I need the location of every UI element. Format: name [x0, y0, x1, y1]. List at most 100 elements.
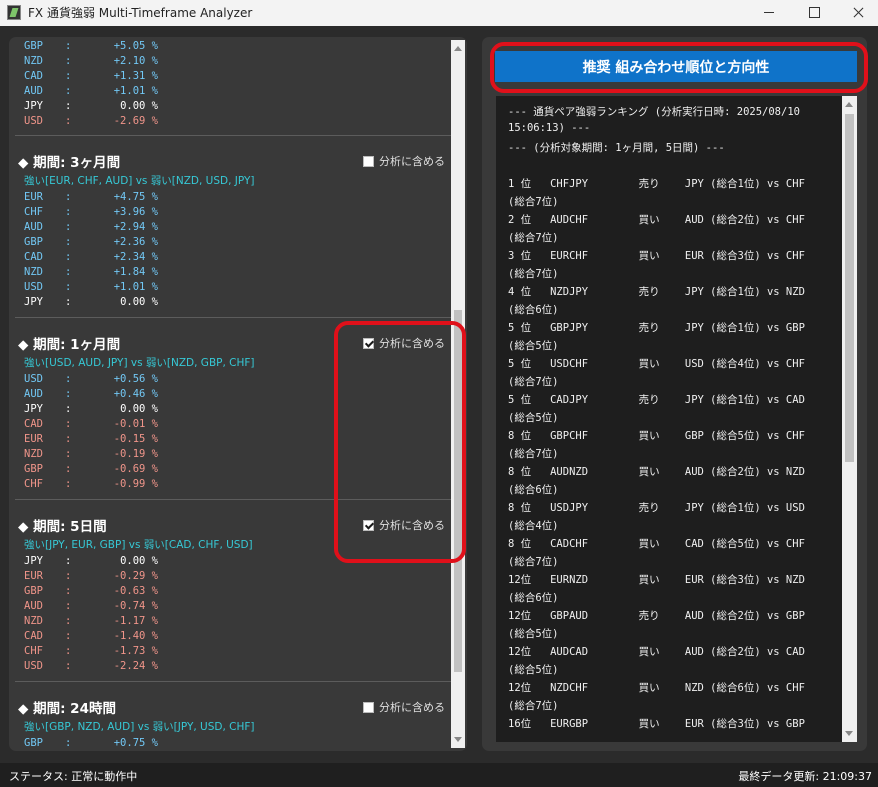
checkbox-highlight: [334, 321, 466, 563]
currency-code: GBP: [24, 236, 43, 248]
strength-value: 0.00 %: [120, 403, 158, 415]
separator: :: [65, 40, 72, 52]
currency-code: CHF: [24, 478, 43, 490]
scroll-up-icon[interactable]: [845, 102, 853, 107]
maximize-button[interactable]: [791, 0, 837, 26]
currency-code: JPY: [24, 100, 43, 112]
separator: :: [65, 660, 72, 672]
separator: :: [65, 463, 72, 475]
ranking-text-area[interactable]: 16位 EURGBP 買い EUR (総合3位) vs GBP (総合7位) 12位…: [496, 96, 857, 742]
section-divider: [15, 135, 451, 136]
currency-code: JPY: [24, 296, 43, 308]
strength-value: -0.29 %: [113, 570, 158, 582]
separator: :: [65, 418, 72, 430]
status-text: ステータス: 正常に動作中: [9, 770, 138, 783]
ranking-line: 12位 AUDCAD 買い AUD (総合2位) vs CAD: [508, 646, 805, 658]
currency-code: CAD: [24, 251, 43, 263]
ranking-line: (総合6位): [508, 304, 559, 316]
ranking-line: (総合7位): [508, 232, 559, 244]
strength-value: -0.01 %: [113, 418, 158, 430]
strength-value: +1.84 %: [113, 266, 158, 278]
currency-code: USD: [24, 660, 43, 672]
ranking-line: (総合5位): [508, 412, 559, 424]
currency-code: NZD: [24, 448, 43, 460]
strength-value: -0.99 %: [113, 478, 158, 490]
currency-code: JPY: [24, 403, 43, 415]
scroll-down-icon[interactable]: [845, 731, 853, 736]
separator: :: [65, 555, 72, 567]
separator: :: [65, 403, 72, 415]
include-checkbox[interactable]: 分析に含める: [363, 699, 445, 715]
currency-code: USD: [24, 373, 43, 385]
minimize-button[interactable]: [746, 0, 792, 26]
ranking-line: 2 位 AUDCHF 買い AUD (総合2位) vs CHF: [508, 214, 805, 226]
currency-code: NZD: [24, 266, 43, 278]
separator: :: [65, 281, 72, 293]
currency-code: USD: [24, 281, 43, 293]
checkbox-icon[interactable]: [363, 156, 374, 167]
strength-value: +5.05 %: [113, 40, 158, 52]
currency-code: EUR: [24, 570, 43, 582]
currency-code: GBP: [24, 40, 43, 52]
ranking-line: 15:06:13) ---: [508, 122, 591, 134]
ranking-line: 16位 EURGBP 買い EUR (総合3位) vs GBP: [508, 718, 805, 730]
separator: :: [65, 630, 72, 642]
recommendation-panel: 推奨 組み合わせ順位と方向性 16位 EURGBP 買い EUR (総合3位) …: [482, 37, 867, 751]
ranking-line: (総合7位): [508, 556, 559, 568]
ranking-line: (総合4位): [508, 520, 559, 532]
ranking-line: (総合6位): [508, 484, 559, 496]
checkbox-icon[interactable]: [363, 702, 374, 713]
ranking-line: 8 位 AUDNZD 買い AUD (総合2位) vs NZD: [508, 466, 805, 478]
ranking-line: (総合7位): [508, 268, 559, 280]
app-icon: [7, 5, 21, 20]
currency-code: CHF: [24, 206, 43, 218]
strength-value: +0.46 %: [113, 388, 158, 400]
separator: :: [65, 448, 72, 460]
button-highlight: [490, 42, 868, 93]
strength-value: -0.69 %: [113, 463, 158, 475]
include-checkbox[interactable]: 分析に含める: [363, 153, 445, 169]
ranking-line: 5 位 GBPJPY 売り JPY (総合1位) vs GBP: [508, 322, 805, 334]
ranking-scrollbar[interactable]: [842, 96, 857, 742]
strength-value: -0.63 %: [113, 585, 158, 597]
currency-code: CAD: [24, 70, 43, 82]
ranking-line: 12位 NZDCHF 買い NZD (総合6位) vs CHF: [508, 682, 805, 694]
currency-code: CHF: [24, 645, 43, 657]
strength-summary: 強い[EUR, CHF, AUD] vs 弱い[NZD, USD, JPY]: [24, 175, 255, 187]
scroll-down-icon[interactable]: [454, 737, 462, 742]
close-button[interactable]: [836, 0, 878, 26]
strength-value: +1.01 %: [113, 281, 158, 293]
scroll-thumb[interactable]: [845, 114, 854, 462]
strength-value: +1.01 %: [113, 85, 158, 97]
ranking-line: (総合5位): [508, 664, 559, 676]
currency-code: GBP: [24, 585, 43, 597]
strength-value: +0.56 %: [113, 373, 158, 385]
period-title: ◆ 期間: 3ヶ月間: [18, 155, 121, 171]
currency-code: EUR: [24, 433, 43, 445]
ranking-line: --- (分析対象期間: 1ヶ月間, 5日間) ---: [508, 142, 725, 154]
ranking-line: (総合6位): [508, 592, 559, 604]
ranking-line: (総合7位): [508, 196, 559, 208]
separator: :: [65, 221, 72, 233]
separator: :: [65, 373, 72, 385]
strength-value: +1.31 %: [113, 70, 158, 82]
status-bar: ステータス: 正常に動作中 最終データ更新: 21:09:37: [0, 763, 878, 787]
separator: :: [65, 737, 72, 749]
ranking-line: 12位 GBPAUD 売り AUD (総合2位) vs GBP: [508, 610, 805, 622]
strength-value: -0.74 %: [113, 600, 158, 612]
ranking-line: (総合5位): [508, 628, 559, 640]
separator: :: [65, 645, 72, 657]
separator: :: [65, 585, 72, 597]
separator: :: [65, 70, 72, 82]
include-label: 分析に含める: [379, 701, 445, 714]
period-title: ◆ 期間: 24時間: [18, 701, 116, 717]
strength-value: +3.96 %: [113, 206, 158, 218]
currency-code: AUD: [24, 85, 43, 97]
currency-code: CAD: [24, 418, 43, 430]
scroll-up-icon[interactable]: [454, 46, 462, 51]
separator: :: [65, 600, 72, 612]
strength-value: +0.75 %: [113, 737, 158, 749]
section-divider: [15, 681, 451, 682]
ranking-line: --- 通貨ペア強弱ランキング (分析実行日時: 2025/08/10: [508, 106, 800, 118]
separator: :: [65, 266, 72, 278]
